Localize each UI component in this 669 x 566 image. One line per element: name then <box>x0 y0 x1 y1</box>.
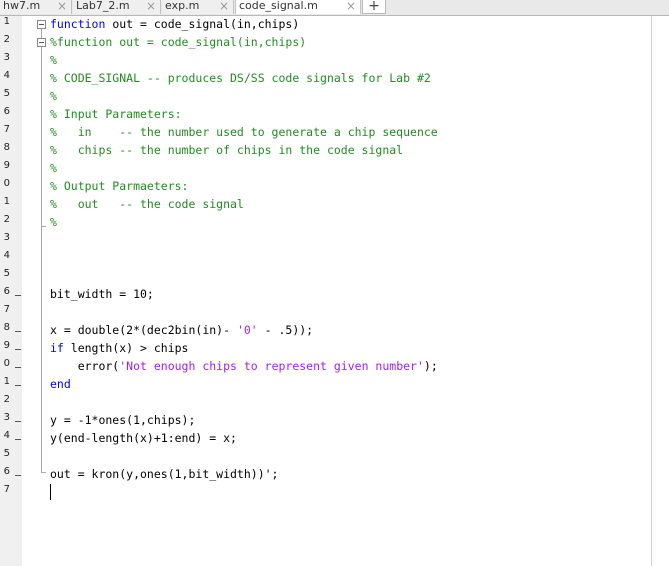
code-line: x = double(2*(dec2bin(in)- '0' - .5)); <box>50 321 313 339</box>
editor-tab-bar: hw7.m × Lab7_2.m × exp.m × code_signal.m… <box>0 0 669 16</box>
code-text: x = double(2*(dec2bin(in)- <box>50 323 237 337</box>
line-number: 6 <box>3 106 10 117</box>
line-number: 1 <box>3 376 10 387</box>
line-number: 7 <box>3 124 10 135</box>
breakpoint-marker[interactable] <box>15 349 21 350</box>
line-number: 2 <box>3 214 10 225</box>
keyword: function <box>50 17 106 31</box>
breakpoint-marker[interactable] <box>15 421 21 422</box>
line-number: 9 <box>3 160 10 171</box>
string-literal: '0' <box>236 323 258 337</box>
line-number: 8 <box>3 142 10 153</box>
tab-hw7[interactable]: hw7.m × <box>0 0 72 14</box>
line-number: 9 <box>3 340 10 351</box>
tab-label: code_signal.m <box>239 0 318 12</box>
string-literal: 'Not enough chips to represent given num… <box>119 359 424 373</box>
code-text: out = code_signal(in,chips) <box>105 17 300 31</box>
tab-code-signal[interactable]: code_signal.m × <box>235 0 361 14</box>
code-text: - .5)); <box>257 323 314 337</box>
breakpoint-marker[interactable] <box>15 439 21 440</box>
comment-line: % <box>50 161 57 175</box>
code-text: length(x) > chips <box>63 341 189 355</box>
code-line: end <box>50 377 71 391</box>
breakpoint-marker[interactable] <box>15 331 21 332</box>
comment-line: % in -- the number used to generate a ch… <box>50 125 438 139</box>
comment-line: % Output Parmaeters: <box>50 179 189 193</box>
comment-line: %function out = code_signal(in,chips) <box>50 35 307 49</box>
line-number: 5 <box>3 448 10 459</box>
line-number: 3 <box>3 52 10 63</box>
code-line: out = kron(y,ones(1,bit_width))'; <box>50 467 279 481</box>
line-number-gutter: 1 2 3 4 5 6 7 8 9 0 1 2 3 4 5 6 7 8 9 0 … <box>0 16 22 566</box>
fold-guide <box>41 29 42 472</box>
add-tab-button[interactable]: + <box>362 0 386 14</box>
code-line: y(end-length(x)+1:end) = x; <box>50 431 237 445</box>
fold-toggle-icon[interactable] <box>37 20 46 29</box>
comment-line: % CODE_SIGNAL -- produces DS/SS code sig… <box>50 71 431 85</box>
line-number: 6 <box>3 466 10 477</box>
line-number: 8 <box>3 322 10 333</box>
keyword: if <box>50 341 64 355</box>
tab-label: exp.m <box>165 0 200 12</box>
code-line: bit_width = 10; <box>50 287 154 301</box>
code-line: if length(x) > chips <box>50 339 188 357</box>
line-number: 3 <box>3 412 10 423</box>
code-line: error('Not enough chips to represent giv… <box>50 357 438 375</box>
comment-line: % Input Parameters: <box>50 107 182 121</box>
fold-end-marker <box>41 472 46 473</box>
line-number: 6 <box>3 286 10 297</box>
fold-toggle-icon[interactable] <box>37 38 46 47</box>
comment-line: % chips -- the number of chips in the co… <box>50 143 404 157</box>
close-icon[interactable]: × <box>57 0 67 12</box>
breakpoint-marker[interactable] <box>15 385 21 386</box>
line-number: 5 <box>3 268 10 279</box>
line-number: 2 <box>3 394 10 405</box>
breakpoint-marker[interactable] <box>15 295 21 296</box>
code-text: ); <box>423 359 438 373</box>
line-number: 2 <box>3 34 10 45</box>
tab-exp[interactable]: exp.m × <box>162 0 234 14</box>
tab-label: Lab7_2.m <box>76 0 130 12</box>
line-number: 4 <box>3 430 10 441</box>
close-icon[interactable]: × <box>146 0 156 12</box>
comment-line: % <box>50 89 57 103</box>
line-number: 5 <box>3 88 10 99</box>
right-margin-line <box>651 16 652 566</box>
line-number: 4 <box>3 70 10 81</box>
line-number: 7 <box>3 484 10 495</box>
line-number: 1 <box>3 16 10 27</box>
line-number: 0 <box>3 178 10 189</box>
breakpoint-marker[interactable] <box>15 367 21 368</box>
code-text: error( <box>50 359 120 373</box>
breakpoint-marker[interactable] <box>15 475 21 476</box>
comment-line: % <box>50 215 57 229</box>
comment-line: % <box>50 53 57 67</box>
line-number: 1 <box>3 196 10 207</box>
comment-line: % out -- the code signal <box>50 197 244 211</box>
tab-label: hw7.m <box>3 0 41 12</box>
tab-lab7-2[interactable]: Lab7_2.m × <box>73 0 161 14</box>
line-number: 7 <box>3 304 10 315</box>
fold-end-marker <box>41 226 46 227</box>
code-line: y = -1*ones(1,chips); <box>50 413 196 427</box>
line-number: 4 <box>3 250 10 261</box>
text-cursor <box>50 484 51 500</box>
code-line: function out = code_signal(in,chips) <box>50 15 299 33</box>
line-number: 0 <box>3 358 10 369</box>
close-icon[interactable]: × <box>219 0 229 12</box>
close-icon[interactable]: × <box>346 0 356 12</box>
line-number: 3 <box>3 232 10 243</box>
